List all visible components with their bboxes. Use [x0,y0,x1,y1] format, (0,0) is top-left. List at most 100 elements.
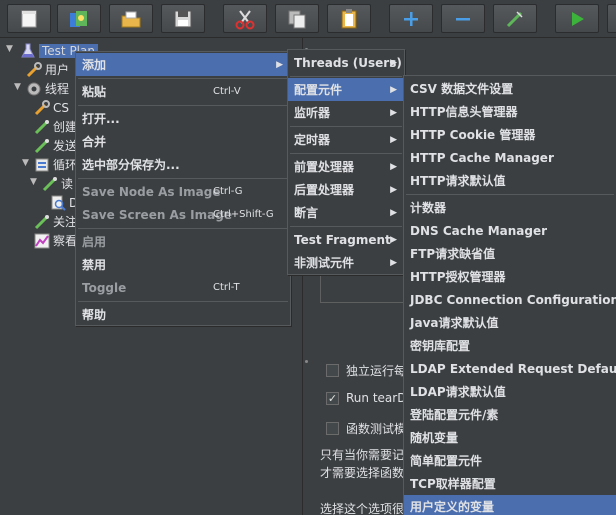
tree-item[interactable]: 察看 [34,231,77,250]
menu-item-save-node-image[interactable]: Save Node As Image Ctrl-G [76,180,290,203]
menu-item-header-manager[interactable]: HTTP信息头管理器 [404,100,616,123]
menu-item-listener[interactable]: 监听器 ▶ [288,101,404,124]
gear-icon [26,81,42,97]
menu-item-ldap-extended[interactable]: LDAP Extended Request Defaults [404,357,616,380]
menu-item-user-defined-variables[interactable]: 用户定义的变量 [404,495,616,515]
open-button[interactable] [109,4,153,33]
tree-item[interactable]: CS [34,98,69,117]
clipboard-icon [341,8,357,28]
menu-separator [290,153,402,154]
menu-item-label: HTTP请求默认值 [410,174,506,188]
menu-item-threads[interactable]: Threads (Users) ▶ [288,51,404,74]
menu-separator [78,78,288,79]
tree-item[interactable]: 线程 [26,79,69,98]
checkbox[interactable] [326,363,339,377]
menu-item-label: 定时器 [294,133,331,147]
tree-item[interactable]: 循环 [34,155,77,174]
toggle-button[interactable] [493,4,537,33]
minus-icon [456,17,470,20]
menu-item-cache-manager[interactable]: HTTP Cache Manager [404,146,616,169]
expand-button[interactable] [389,4,433,33]
menu-item-label: 计数器 [410,201,447,215]
checkbox[interactable] [326,421,339,435]
menu-item-disable[interactable]: 禁用 [76,253,290,276]
pipette-icon [34,214,50,230]
menu-item-counter[interactable]: 计数器 [404,196,616,219]
menu-item-label: JDBC Connection Configuration [410,292,616,307]
menu-item-toggle[interactable]: Toggle Ctrl-T [76,276,290,299]
tree-item[interactable]: 用户 [26,60,69,79]
menu-item-label: 随机变量 [410,431,459,445]
menu-item-ftp-defaults[interactable]: FTP请求缺省值 [404,242,616,265]
menu-item-test-fragment[interactable]: Test Fragment ▶ [288,228,404,251]
templates-button[interactable] [57,4,101,33]
menu-item-auth-manager[interactable]: HTTP授权管理器 [404,265,616,288]
menu-item-cookie-manager[interactable]: HTTP Cookie 管理器 [404,123,616,146]
help-note: 才需要选择函数 [320,466,405,480]
menu-item-tcp-config[interactable]: TCP取样器配置 [404,472,616,495]
shortcut-label: Ctrl-T [213,282,240,293]
help-note: 只有当你需要记 [320,448,405,462]
menu-item-paste[interactable]: 粘贴 Ctrl-V [76,80,290,103]
start-button[interactable] [555,4,599,33]
menu-item-csv-data-set[interactable]: CSV 数据文件设置 [404,77,616,100]
menu-item-simple-config[interactable]: 简单配置元件 [404,449,616,472]
save-button[interactable] [161,4,205,33]
menu-item-dns-cache[interactable]: DNS Cache Manager [404,219,616,242]
menu-item-open[interactable]: 打开... [76,107,290,130]
expand-arrow-icon[interactable]: ▼ [14,82,21,92]
expand-arrow-icon[interactable]: ▼ [22,158,29,168]
menu-item-label: Save Screen As Image [82,207,232,222]
menu-item-config-element[interactable]: 配置元件 ▶ [288,78,404,101]
submenu-arrow-icon: ▶ [390,257,397,268]
menu-item-label: 打开... [82,112,120,126]
menu-item-merge[interactable]: 合并 [76,130,290,153]
menu-separator [290,226,402,227]
menu-item-save-screen-image[interactable]: Save Screen As Image Ctrl+Shift-G [76,203,290,226]
menu-item-keystore[interactable]: 密钥库配置 [404,334,616,357]
tree-item-label: 察看 [53,234,78,248]
menu-item-add[interactable]: 添加 ▶ [76,53,290,76]
menu-item-login-config[interactable]: 登陆配置元件/素 [404,403,616,426]
checkbox-checked[interactable]: ✓ [326,391,339,405]
tree-item[interactable]: 发送 [34,136,77,155]
new-button[interactable] [7,4,51,33]
menu-item-java-defaults[interactable]: Java请求默认值 [404,311,616,334]
menu-item-timer[interactable]: 定时器 ▶ [288,128,404,151]
add-submenu: Threads (Users) ▶ 配置元件 ▶ 监听器 ▶ 定时器 ▶ 前置处… [287,49,405,275]
collapse-button[interactable] [441,4,485,33]
menu-item-ldap-defaults[interactable]: LDAP请求默认值 [404,380,616,403]
menu-item-random-variable[interactable]: 随机变量 [404,426,616,449]
menu-item-label: HTTP Cache Manager [410,150,554,165]
tree-item[interactable]: D [50,193,78,212]
menu-item-save-selection[interactable]: 选中部分保存为... [76,153,290,176]
paste-button[interactable] [327,4,371,33]
expand-arrow-icon[interactable]: ▼ [30,177,37,187]
menu-item-preprocessor[interactable]: 前置处理器 ▶ [288,155,404,178]
menu-item-assertion[interactable]: 断言 ▶ [288,201,404,224]
menu-item-label: 配置元件 [294,83,343,97]
tree-item[interactable]: 关注 [34,212,77,231]
tree-item-label: 发送 [53,139,78,153]
cut-button[interactable] [223,4,267,33]
independent-run-checkbox-row[interactable]: 独立运行每 [326,360,406,380]
copy-button[interactable] [275,4,319,33]
menu-item-label: 断言 [294,206,319,220]
menu-item-non-test-element[interactable]: 非测试元件 ▶ [288,251,404,274]
expand-arrow-icon[interactable]: ▼ [6,44,13,54]
tree-item[interactable]: 创建 [34,117,77,136]
menu-item-label: Test Fragment [294,232,391,247]
menu-item-http-defaults[interactable]: HTTP请求默认值 [404,169,616,192]
menu-item-enable[interactable]: 启用 [76,230,290,253]
tree-item-label: 线程 [45,82,70,96]
start-no-pause-button[interactable] [607,4,616,33]
menu-item-help[interactable]: 帮助 [76,303,290,326]
tree-item[interactable]: 读 [42,174,73,193]
menu-separator [78,178,288,179]
menu-item-label: TCP取样器配置 [410,477,496,491]
menu-item-jdbc-config[interactable]: JDBC Connection Configuration [404,288,616,311]
functional-test-checkbox-row[interactable]: 函数测试模 [326,418,406,438]
run-teardown-checkbox-row[interactable]: ✓ Run tearDo [326,388,414,408]
play-icon [572,11,584,26]
menu-item-postprocessor[interactable]: 后置处理器 ▶ [288,178,404,201]
